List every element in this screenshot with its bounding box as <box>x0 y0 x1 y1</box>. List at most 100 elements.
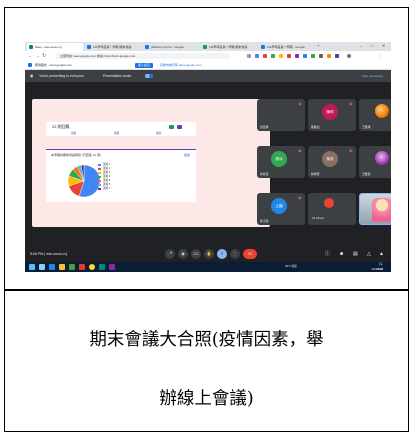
more-icon[interactable] <box>177 125 182 129</box>
taskbar-app-icon[interactable] <box>99 264 105 270</box>
maximize-icon[interactable]: □ <box>371 43 373 48</box>
more-options-icon[interactable]: ⋮ <box>230 249 240 259</box>
tab-label: Meet - ese-wouu-rvj <box>35 45 62 49</box>
search-icon[interactable] <box>39 264 45 270</box>
browser-tab[interactable]: 111學年度第一學期 - Google <box>259 43 315 51</box>
camera-icon[interactable]: ◉ <box>178 249 188 259</box>
participant-name: 林淑華 <box>260 172 269 176</box>
participant-name: 王雅慧 <box>362 172 371 176</box>
caption-line-2: 辦線上會議) <box>159 389 254 409</box>
chat-icon[interactable]: ▤ <box>353 249 358 259</box>
back-icon[interactable]: ← <box>28 52 33 60</box>
participant-name: 林佩蓉 <box>311 172 320 176</box>
presentation-audio-label: Presentation audio <box>103 74 132 78</box>
bookmark-chip[interactable]: 個人設定 <box>135 63 154 68</box>
mic-muted-icon: 🔇 <box>298 196 302 200</box>
self-video <box>372 198 391 222</box>
minimize-icon[interactable]: – <box>360 43 362 48</box>
extension-icon[interactable] <box>335 54 339 58</box>
extension-icon[interactable] <box>247 54 251 58</box>
participant-tile[interactable]: 🔇 王雅慧 <box>359 146 391 178</box>
close-icon[interactable]: ✕ <box>382 43 385 48</box>
lock-icon[interactable]: ▲ <box>379 249 384 259</box>
extension-icon[interactable] <box>287 54 291 58</box>
question-title: 本學期的期末會議時間 (已回答 22 項) <box>51 153 101 157</box>
taskbar-app-icon[interactable] <box>79 264 85 270</box>
participant-tile[interactable]: 🔇 陳明 陳雅如 <box>308 99 356 131</box>
browser-tab[interactable]: 111學年度第一學期 期末會議 <box>201 43 257 51</box>
tab-favicon-icon <box>261 45 265 49</box>
people-icon[interactable]: ☻ <box>339 249 344 259</box>
activities-icon[interactable]: △ <box>367 249 371 259</box>
avatar-stack <box>324 198 334 208</box>
info-icon[interactable]: ⓘ <box>325 249 330 259</box>
extension-icon[interactable] <box>271 54 275 58</box>
participant-tile[interactable]: 🔇 土國 黃士勤 <box>257 193 305 225</box>
new-tab-icon[interactable]: + <box>317 43 319 48</box>
meeting-time: 5:06 PM | ese-wouu-rvj <box>30 252 67 256</box>
chrome-icon[interactable] <box>89 264 95 270</box>
taskbar-app-icon[interactable] <box>109 264 115 270</box>
url-field[interactable]: 立即發言 meet.google.com 會議 https://docs.goo… <box>55 53 230 59</box>
present-icon[interactable]: ⇧ <box>217 249 227 259</box>
card-divider <box>4 289 409 291</box>
presentation-audio-toggle[interactable] <box>145 74 153 78</box>
participant-tile[interactable]: 🔇 謝潔 林佩蓉 <box>308 146 356 178</box>
reload-icon[interactable]: ↻ <box>42 52 46 60</box>
end-call-icon[interactable]: ☏ <box>243 249 257 259</box>
mic-muted-icon: 🔇 <box>349 102 353 106</box>
extension-icon[interactable] <box>327 54 331 58</box>
folder-icon[interactable] <box>59 264 65 270</box>
tab-favicon-icon <box>29 45 33 49</box>
browser-tab[interactable]: (Wsuvin) Dr.me - Google <box>143 43 199 51</box>
stop-presenting-button[interactable]: Stop presenting <box>362 70 383 82</box>
meet-control-bar: 5:06 PM | ese-wouu-rvj 🎤 ◉ CC ✋ ⇧ ⋮ ☏ ⓘ … <box>25 246 391 262</box>
profile-icon[interactable] <box>347 54 351 58</box>
weather-widget[interactable]: 28°C 晴朗 <box>285 262 297 272</box>
tab-label: 111學年度第一學期 期末會議 <box>209 45 248 49</box>
participant-tile[interactable]: 🔇 王雅琪 <box>359 99 391 131</box>
menu-dots-icon[interactable]: ⋮ <box>377 52 382 60</box>
browser-tab[interactable]: Meet - ese-wouu-rvj <box>27 43 83 51</box>
tab-favicon-icon <box>203 45 207 49</box>
avatar-photo <box>375 104 389 118</box>
tab-summary[interactable]: 摘要 <box>71 131 76 135</box>
sheets-icon[interactable] <box>169 125 174 129</box>
extension-icon[interactable] <box>279 54 283 58</box>
tab-question[interactable]: 問題 <box>114 131 119 135</box>
extension-icon[interactable] <box>263 54 267 58</box>
captions-icon[interactable]: CC <box>191 249 201 259</box>
legend-item: 選項 7 <box>98 187 110 191</box>
bookmark-item[interactable]: 應用程式 <box>35 63 47 68</box>
copy-chart-link[interactable]: 複製 <box>184 153 190 157</box>
self-video-tile[interactable] <box>359 193 391 225</box>
extension-icon[interactable] <box>311 54 315 58</box>
browser-tab[interactable]: 111學年度第一學期 期末會議 <box>85 43 141 51</box>
others-tile[interactable]: 13 others <box>308 193 356 225</box>
tab-individual[interactable]: 個別 <box>156 131 161 135</box>
extension-icon[interactable] <box>319 54 323 58</box>
taskbar-app-icon[interactable] <box>49 264 55 270</box>
form-tabs: 摘要 問題 個別 <box>46 131 196 136</box>
forward-icon[interactable]: → <box>35 52 40 60</box>
taskbar-app-icon[interactable] <box>69 264 75 270</box>
windows-start-icon[interactable] <box>29 264 35 270</box>
bookmark-item[interactable]: meet.google.com <box>49 63 72 68</box>
extension-icon[interactable] <box>295 54 299 58</box>
present-screen-icon: ▣ <box>30 74 34 78</box>
mic-muted-icon: 🔇 <box>298 102 302 106</box>
address-bar: ← → ↻ 立即發言 meet.google.com 會議 https://do… <box>25 51 391 61</box>
bookmark-item[interactable]: 基隆市教育局 docs.google.com <box>160 63 202 68</box>
participant-tile[interactable]: 🔇 張冰 林淑華 <box>257 146 305 178</box>
apps-icon[interactable] <box>28 63 32 67</box>
presenting-label: You're presenting to everyone <box>39 74 84 78</box>
response-pie-chart <box>67 164 101 198</box>
avatar: 謝潔 <box>322 151 338 167</box>
mic-muted-icon: 🔇 <box>298 149 302 153</box>
raise-hand-icon[interactable]: ✋ <box>204 249 214 259</box>
participant-tile[interactable]: 🔇 吳佳琪 <box>257 99 305 131</box>
extension-icon[interactable] <box>303 54 307 58</box>
extension-icon[interactable] <box>255 54 259 58</box>
avatar: 土國 <box>271 198 287 214</box>
mic-icon[interactable]: 🎤 <box>165 249 175 259</box>
